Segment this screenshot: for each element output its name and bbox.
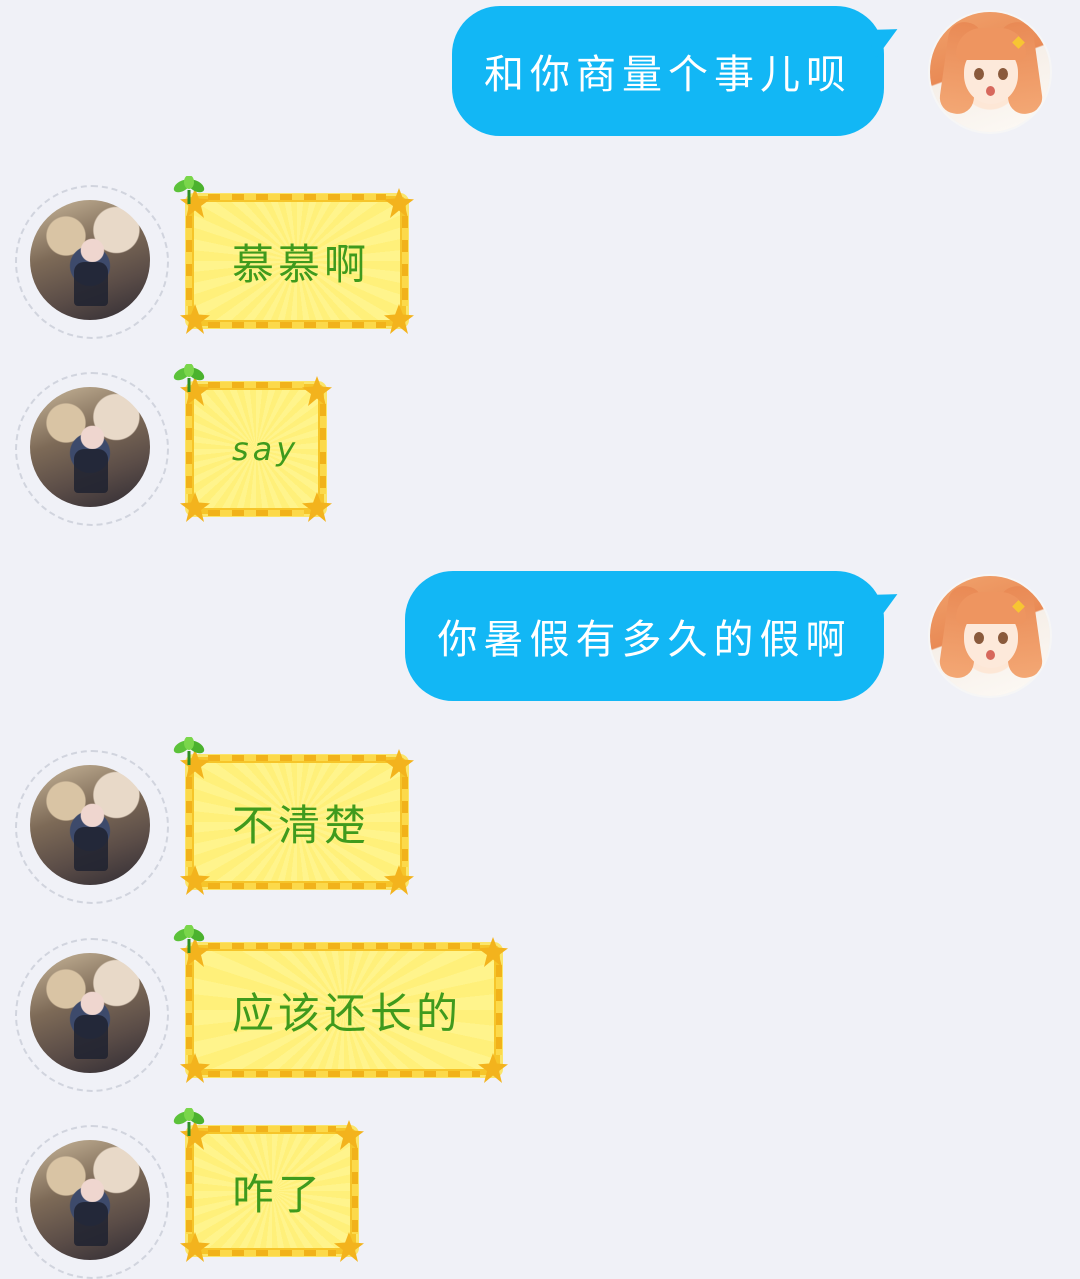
avatar-self[interactable] (930, 12, 1050, 132)
message-bubble-self[interactable]: 你暑假有多久的假啊 (405, 571, 905, 701)
message-text: 慕慕啊 (232, 239, 371, 289)
message-text: 不清楚 (232, 800, 371, 850)
chat-message-list[interactable]: 和你商量个事儿呗 慕慕啊 say 你暑假有多久的假啊 不清楚 应该还长的 咋了 (0, 0, 1080, 1279)
message-text: 应该还长的 (232, 988, 463, 1038)
message-bubble-other[interactable]: 不清楚 (173, 737, 414, 895)
avatar-other[interactable] (30, 765, 150, 885)
leaf-icon (173, 364, 205, 392)
avatar-self[interactable] (930, 576, 1050, 696)
avatar-other[interactable] (30, 1140, 150, 1260)
leaf-icon (173, 737, 205, 765)
avatar-other[interactable] (30, 953, 150, 1073)
message-text: 和你商量个事儿呗 (484, 52, 852, 98)
leaf-icon (173, 925, 205, 953)
bubble-tail (865, 584, 905, 624)
leaf-icon (173, 176, 205, 204)
avatar-other[interactable] (30, 200, 150, 320)
message-text: 你暑假有多久的假啊 (437, 617, 852, 663)
message-text: 咋了 (232, 1169, 325, 1219)
bubble-tail (865, 19, 905, 59)
leaf-icon (173, 1108, 205, 1136)
message-text: say (232, 430, 300, 468)
message-bubble-other[interactable]: 应该还长的 (173, 925, 508, 1083)
message-bubble-other[interactable]: say (173, 364, 332, 522)
avatar-other[interactable] (30, 387, 150, 507)
message-bubble-other[interactable]: 咋了 (173, 1108, 364, 1262)
message-bubble-self[interactable]: 和你商量个事儿呗 (452, 6, 905, 136)
message-bubble-other[interactable]: 慕慕啊 (173, 176, 414, 334)
